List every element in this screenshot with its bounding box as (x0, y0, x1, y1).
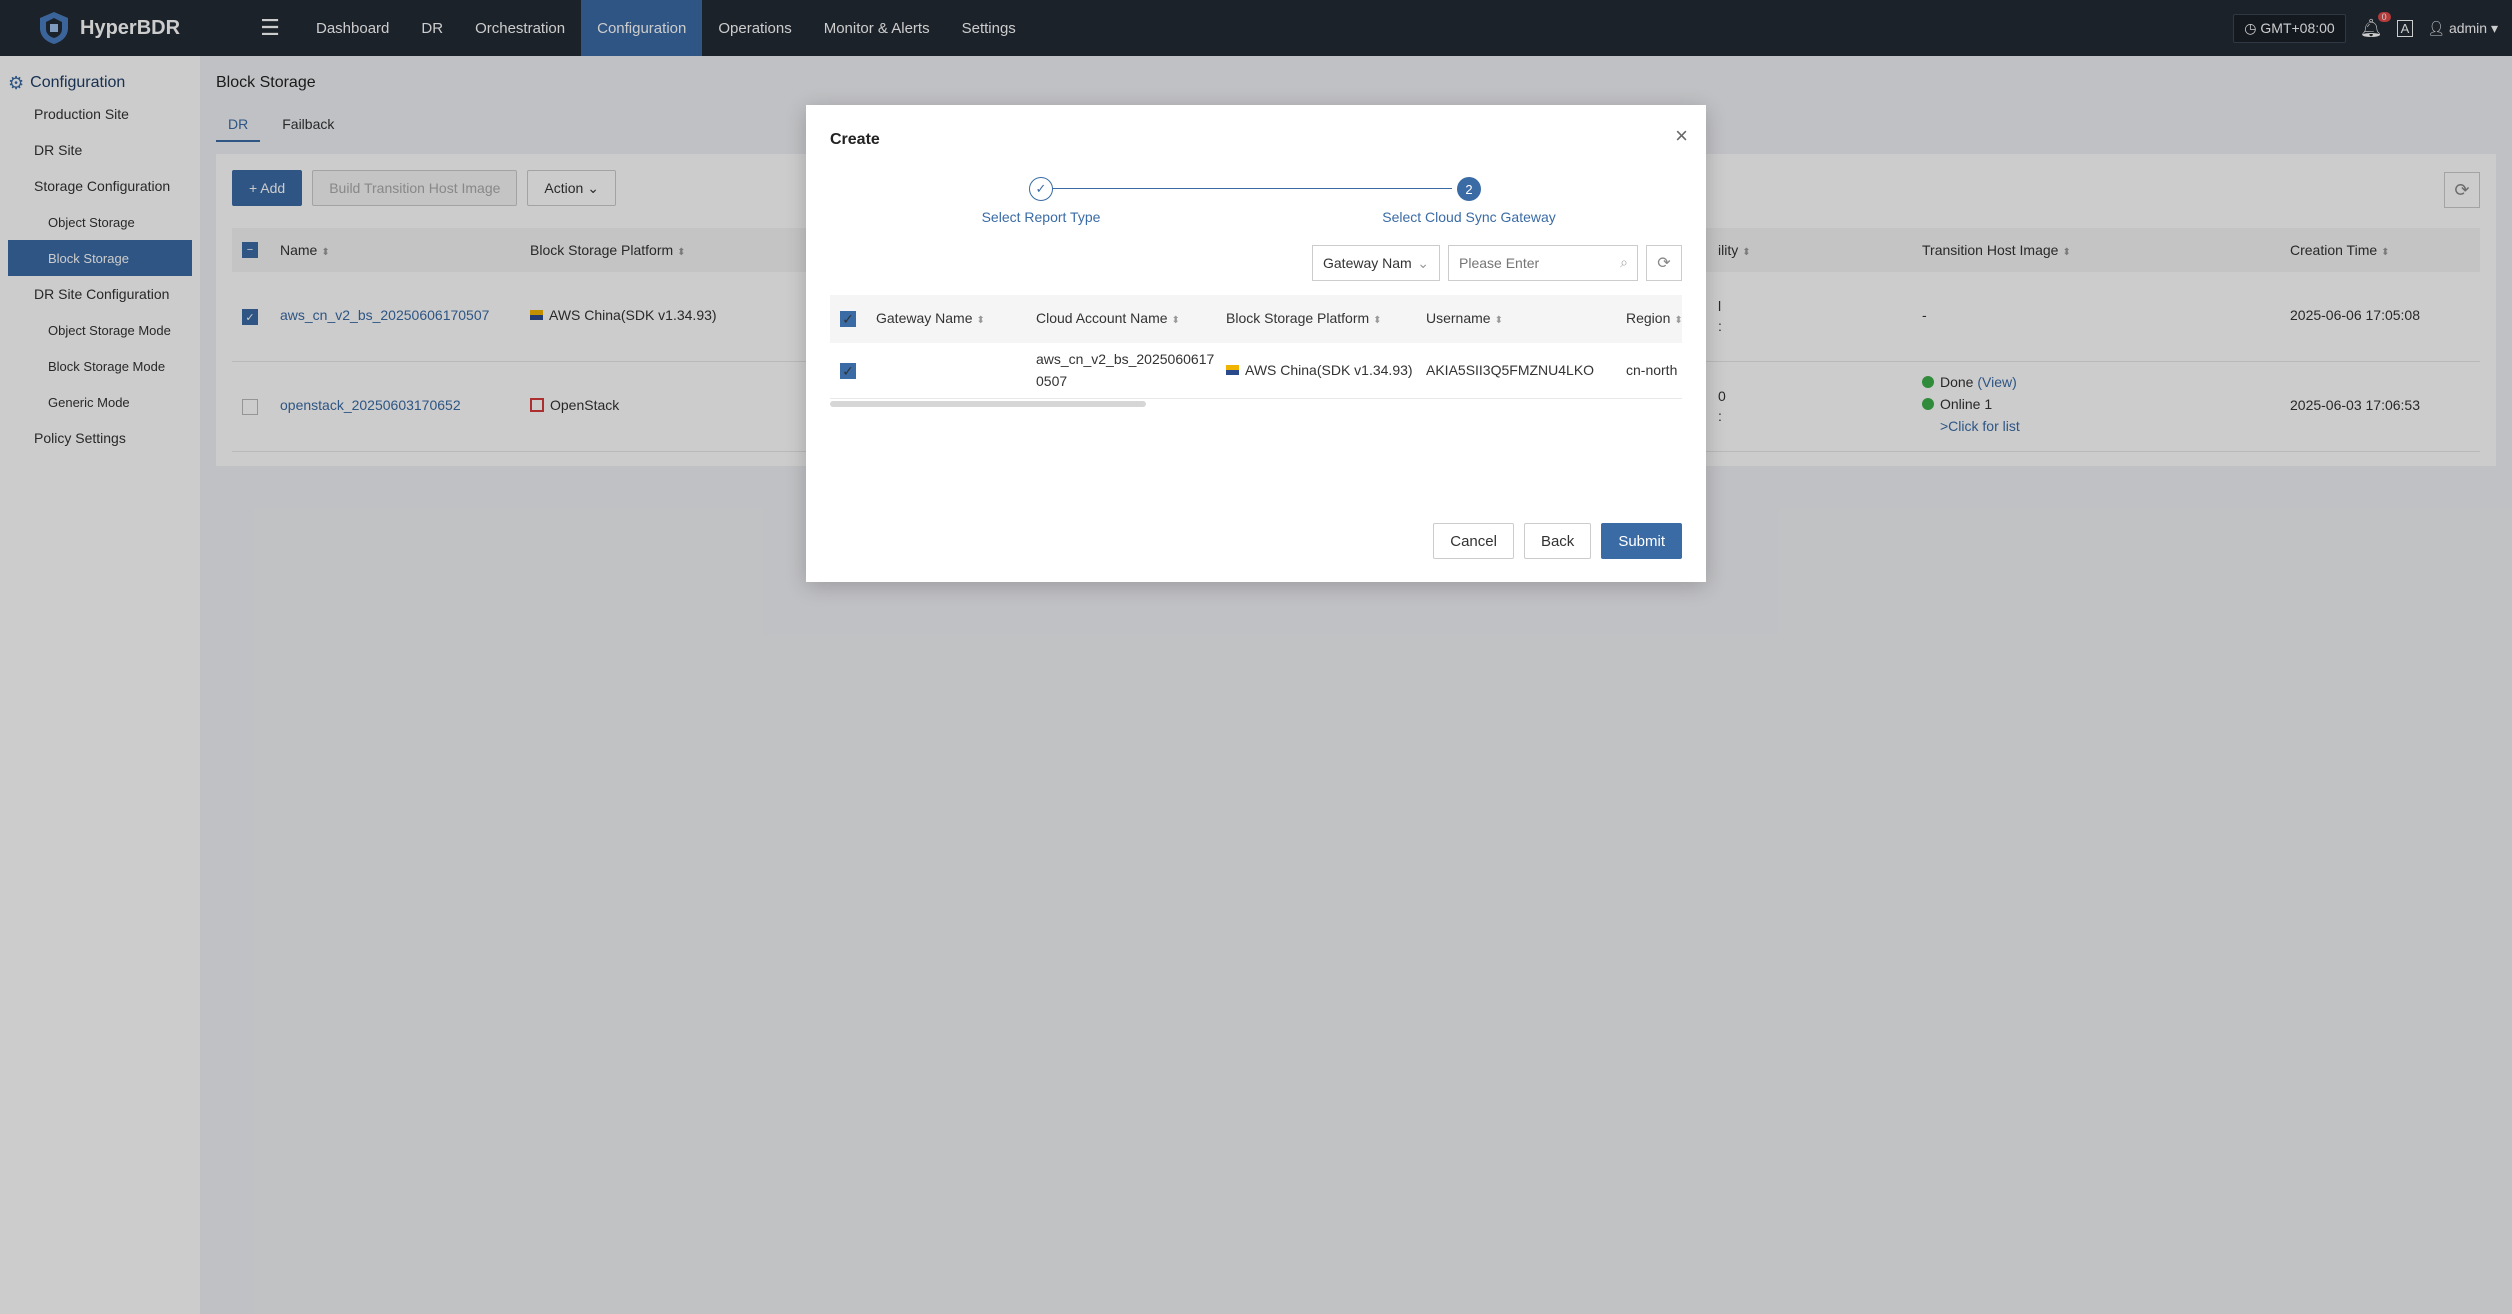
cancel-button[interactable]: Cancel (1433, 523, 1514, 559)
row-username: AKIA5SII3Q5FMZNU4LKO (1426, 362, 1595, 378)
sort-icon: ⬍ (1674, 315, 1682, 326)
gateway-filter: Gateway Nam ⌄ ⌕ ⟳ (1312, 245, 1682, 281)
col-region[interactable]: Region ⬍ (1626, 310, 1682, 326)
row-account-line2: 0507 (1036, 373, 1068, 389)
row-account-line1: aws_cn_v2_bs_2025060617 (1036, 351, 1215, 367)
col-gateway-name[interactable]: Gateway Name ⬍ (876, 310, 985, 326)
step-2-marker: 2 (1457, 177, 1481, 201)
col-account-label: Cloud Account Name (1036, 310, 1168, 326)
col-cloud-account-name[interactable]: Cloud Account Name ⬍ (1036, 310, 1180, 326)
col-block-storage-platform[interactable]: Block Storage Platform ⬍ (1226, 310, 1382, 326)
row-region: cn-north (1626, 362, 1678, 378)
search-input[interactable] (1448, 245, 1638, 281)
col-gateway-label: Gateway Name (876, 310, 973, 326)
back-button[interactable]: Back (1523, 523, 1592, 559)
dialog-footer: Cancel Back Submit (1433, 523, 1682, 559)
row-platform: AWS China(SDK v1.34.93) (1226, 362, 1413, 378)
row-checkbox[interactable]: ✓ (840, 363, 856, 379)
gateway-table: ✓ Gateway Name ⬍ Cloud Account Name ⬍ Bloc… (830, 295, 1682, 399)
search-box: ⌕ (1448, 245, 1638, 281)
step-1-label: Select Report Type (981, 209, 1101, 225)
select-all-checkbox[interactable]: ✓ (840, 311, 856, 327)
table-header: ✓ Gateway Name ⬍ Cloud Account Name ⬍ Bloc… (830, 295, 1682, 343)
close-icon[interactable]: × (1675, 123, 1688, 149)
search-icon: ⌕ (1620, 254, 1628, 270)
filter-field-select[interactable]: Gateway Nam ⌄ (1312, 245, 1440, 281)
chevron-down-icon: ⌄ (1417, 254, 1429, 271)
sort-icon: ⬍ (1373, 315, 1382, 326)
row-platform-label: AWS China(SDK v1.34.93) (1245, 362, 1413, 378)
dialog-title: Create (830, 131, 880, 148)
create-dialog: Create × ✓ 2 Select Report Type Select C… (806, 105, 1706, 582)
stepper: ✓ 2 Select Report Type Select Cloud Sync… (806, 177, 1706, 237)
col-username-label: Username (1426, 310, 1491, 326)
sort-icon: ⬍ (976, 315, 985, 326)
aws-flag-icon (1226, 365, 1239, 375)
sort-icon: ⬍ (1494, 315, 1503, 326)
table-row[interactable]: ✓ aws_cn_v2_bs_2025060617 0507 AWS China… (830, 343, 1682, 399)
horizontal-scrollbar[interactable] (830, 401, 1146, 407)
check-icon: ✓ (1029, 177, 1053, 201)
step-2-label: Select Cloud Sync Gateway (1382, 209, 1556, 225)
step-connector (1042, 188, 1452, 189)
col-platform-label: Block Storage Platform (1226, 310, 1370, 326)
submit-button[interactable]: Submit (1601, 523, 1682, 559)
filter-field-value: Gateway Nam (1323, 255, 1412, 271)
col-region-label: Region (1626, 310, 1671, 326)
sort-icon: ⬍ (1171, 315, 1180, 326)
col-username[interactable]: Username ⬍ (1426, 310, 1503, 326)
refresh-icon[interactable]: ⟳ (1646, 245, 1682, 281)
